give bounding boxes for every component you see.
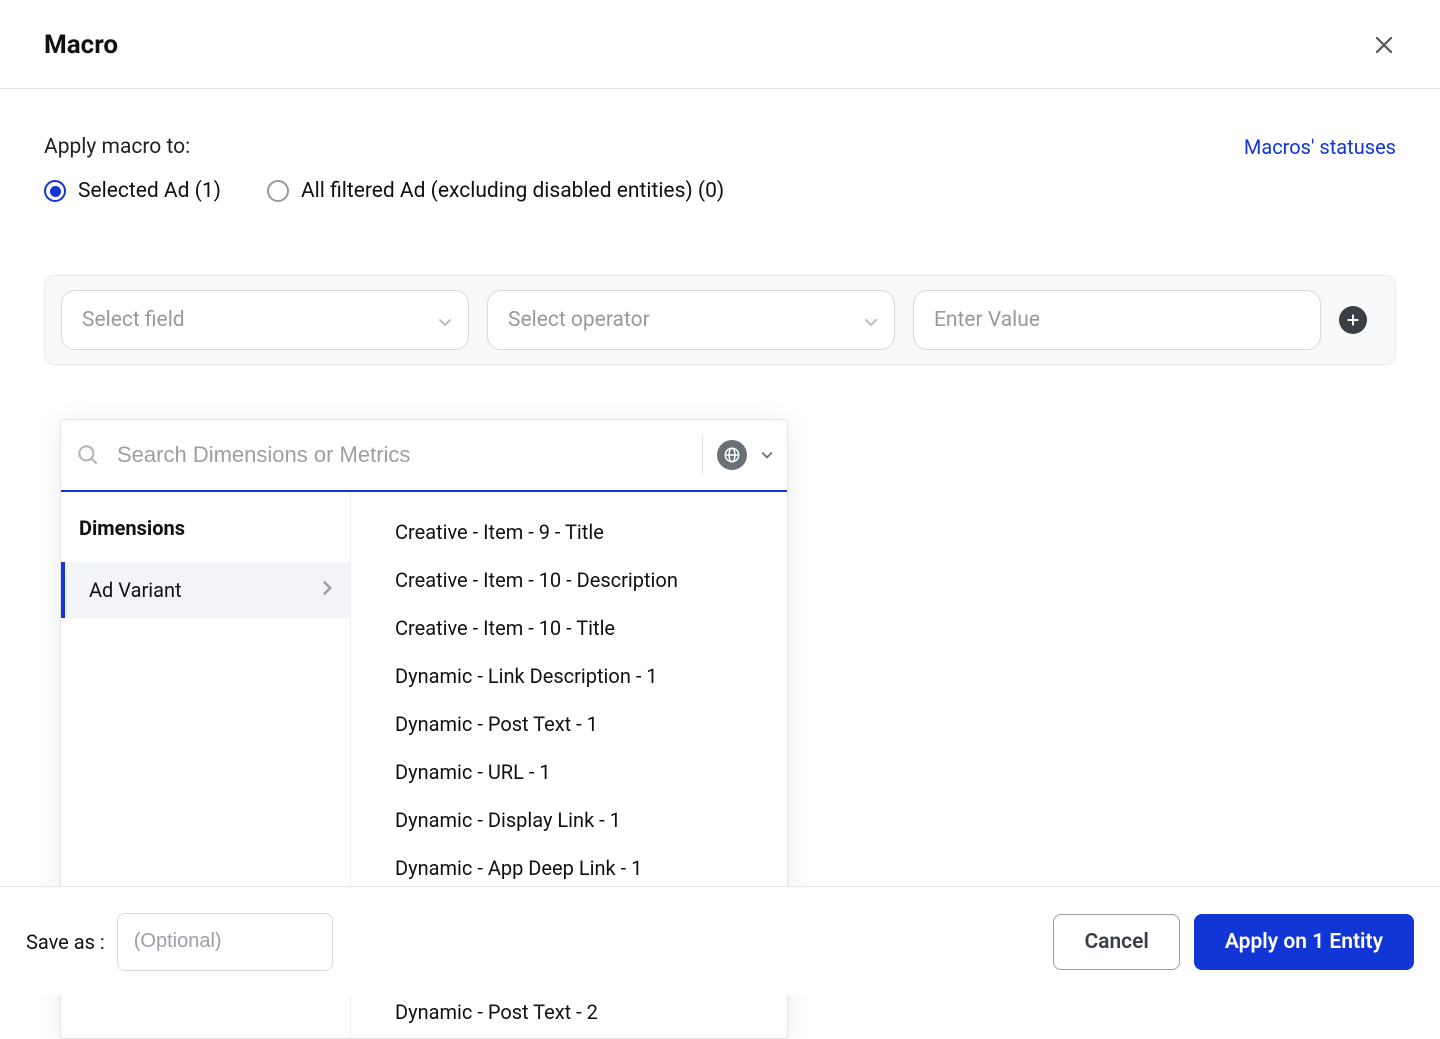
apply-row: Apply macro to: Selected Ad (1) All filt… — [44, 135, 1396, 203]
enter-value-placeholder: Enter Value — [934, 308, 1040, 332]
close-icon[interactable] — [1372, 33, 1396, 57]
chevron-down-icon — [761, 447, 773, 463]
field-option[interactable]: Creative - Item - 10 - Title — [351, 604, 787, 652]
apply-macro-label: Apply macro to: — [44, 135, 724, 159]
add-rule-button[interactable] — [1339, 306, 1367, 334]
field-option[interactable]: Dynamic - Link Description - 1 — [351, 652, 787, 700]
field-option[interactable]: Creative - Item - 9 - Title — [351, 508, 787, 556]
language-selector[interactable] — [702, 435, 773, 475]
radio-icon — [267, 180, 289, 202]
field-option[interactable]: Dynamic - Display Link - 1 — [351, 796, 787, 844]
category-label: Ad Variant — [89, 578, 182, 602]
apply-button[interactable]: Apply on 1 Entity — [1194, 914, 1414, 970]
search-icon — [75, 442, 101, 468]
radio-row: Selected Ad (1) All filtered Ad (excludi… — [44, 179, 724, 203]
radio-filtered-ad[interactable]: All filtered Ad (excluding disabled enti… — [267, 179, 724, 203]
popover-search-input[interactable] — [115, 441, 688, 469]
modal-title: Macro — [44, 30, 118, 60]
macros-statuses-link[interactable]: Macros' statuses — [1244, 135, 1396, 159]
modal-footer: Save as : Cancel Apply on 1 Entity — [0, 886, 1440, 996]
field-option[interactable]: Dynamic - Post Text - 1 — [351, 700, 787, 748]
category-ad-variant[interactable]: Ad Variant — [61, 562, 350, 618]
select-field-placeholder: Select field — [82, 308, 185, 332]
field-option[interactable]: Dynamic - URL - 1 — [351, 748, 787, 796]
rule-builder: Select field Select operator Enter Value — [44, 275, 1396, 365]
modal-header: Macro — [0, 0, 1440, 89]
select-operator-placeholder: Select operator — [508, 308, 650, 332]
modal-body: Apply macro to: Selected Ad (1) All filt… — [0, 89, 1440, 365]
radio-icon — [44, 180, 66, 202]
footer-actions: Cancel Apply on 1 Entity — [1053, 914, 1414, 970]
radio-selected-ad[interactable]: Selected Ad (1) — [44, 179, 221, 203]
popover-search-row — [61, 420, 787, 492]
select-field-combo[interactable]: Select field — [61, 290, 469, 350]
field-option[interactable]: Creative - Item - 10 - Description — [351, 556, 787, 604]
apply-left: Apply macro to: Selected Ad (1) All filt… — [44, 135, 724, 203]
chevron-down-icon — [438, 308, 452, 332]
dimensions-heading: Dimensions — [61, 516, 350, 562]
macro-modal: Macro Apply macro to: Selected Ad (1) Al… — [0, 0, 1440, 996]
save-as-input[interactable] — [117, 913, 333, 971]
chevron-right-icon — [322, 580, 332, 601]
cancel-button[interactable]: Cancel — [1053, 914, 1179, 970]
chevron-down-icon — [864, 308, 878, 332]
globe-icon — [717, 440, 747, 470]
save-as-row: Save as : — [26, 913, 333, 971]
save-as-label: Save as : — [26, 930, 105, 954]
field-option[interactable]: Dynamic - App Deep Link - 1 — [351, 844, 787, 892]
radio-filtered-label: All filtered Ad (excluding disabled enti… — [301, 179, 724, 203]
radio-selected-label: Selected Ad (1) — [78, 179, 221, 203]
select-operator-combo[interactable]: Select operator — [487, 290, 895, 350]
enter-value-input[interactable]: Enter Value — [913, 290, 1321, 350]
